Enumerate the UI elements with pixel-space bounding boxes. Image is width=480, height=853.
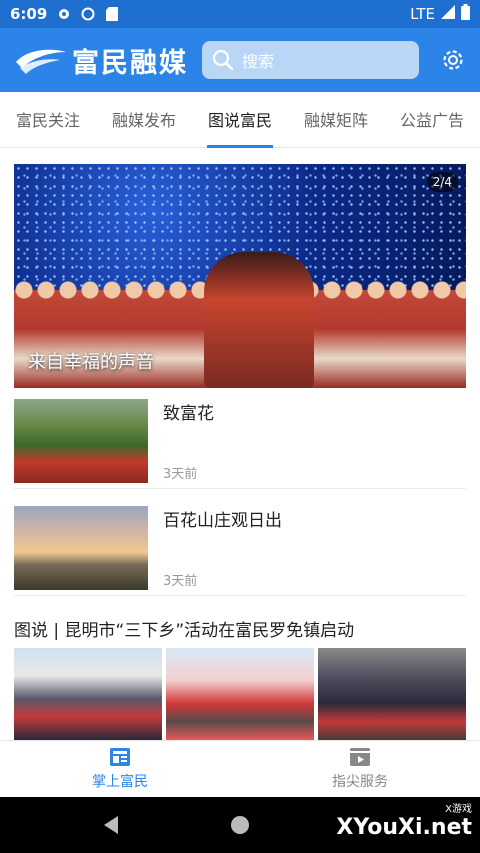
article-time: 3天前 xyxy=(163,574,198,589)
watermark-big-text: XYouXi.net xyxy=(336,815,472,840)
video-icon xyxy=(350,748,370,766)
gallery-title[interactable]: 图说 | 昆明市“三下乡”活动在富民罗免镇启动 xyxy=(14,616,354,641)
category-tabs: 富民关注 融媒发布 图说富民 融媒矩阵 公益广告 xyxy=(0,92,480,148)
nav-fingertip-service[interactable]: 指尖服务 xyxy=(240,741,480,797)
search-placeholder: 搜索 xyxy=(242,52,275,71)
network-label: LTE xyxy=(410,5,435,23)
banner-carousel[interactable]: 2/4 来自幸福的声音 xyxy=(14,164,466,388)
article-thumbnail xyxy=(14,399,148,483)
tab-public-ads[interactable]: 公益广告 xyxy=(384,92,480,148)
settings-status-icon xyxy=(57,7,71,21)
status-time: 6:09 xyxy=(10,5,48,23)
nav-label: 指尖服务 xyxy=(332,774,388,790)
banner-caption: 来自幸福的声音 xyxy=(28,352,154,373)
signal-icon xyxy=(441,5,455,23)
banner-conductor xyxy=(204,252,314,388)
battery-icon xyxy=(461,4,470,24)
tab-media-release[interactable]: 融媒发布 xyxy=(96,92,192,148)
status-right: LTE xyxy=(410,4,470,24)
tab-media-matrix[interactable]: 融媒矩阵 xyxy=(288,92,384,148)
search-bar[interactable]: 搜索 xyxy=(202,41,419,79)
home-icon[interactable] xyxy=(230,815,250,835)
nav-label: 掌上富民 xyxy=(92,774,148,790)
tab-picture-fumin[interactable]: 图说富民 xyxy=(192,92,288,148)
article-thumbnail xyxy=(14,506,148,590)
article-title: 致富花 xyxy=(163,404,214,424)
gallery-image[interactable] xyxy=(166,648,314,740)
tab-fumin-focus[interactable]: 富民关注 xyxy=(0,92,96,148)
back-icon[interactable] xyxy=(102,815,120,835)
search-icon xyxy=(212,49,234,71)
gallery-image[interactable] xyxy=(318,648,466,740)
settings-gear-icon[interactable] xyxy=(440,47,466,73)
nav-palm-fumin[interactable]: 掌上富民 xyxy=(0,741,240,797)
news-icon xyxy=(110,748,130,766)
list-item[interactable]: 致富花 3天前 xyxy=(14,389,466,489)
gallery-images[interactable] xyxy=(14,648,466,740)
app-header: 富民融媒 搜索 xyxy=(0,28,480,92)
app-name: 富民融媒 xyxy=(72,47,188,79)
article-time: 3天前 xyxy=(163,467,198,482)
sync-status-icon xyxy=(81,7,95,21)
watermark: X游戏 XYouXi.net xyxy=(336,800,472,840)
sd-card-icon xyxy=(105,7,119,21)
logo-swoosh-icon xyxy=(16,49,66,74)
article-title: 百花山庄观日出 xyxy=(163,511,282,531)
bottom-navigation: 掌上富民 指尖服务 xyxy=(0,740,480,797)
app-logo: 富民融媒 xyxy=(14,41,188,80)
list-item[interactable]: 百花山庄观日出 3天前 xyxy=(14,496,466,596)
status-bar: 6:09 LTE xyxy=(0,0,480,28)
gallery-image[interactable] xyxy=(14,648,162,740)
carousel-pager: 2/4 xyxy=(426,172,458,192)
watermark-small-text: X游戏 xyxy=(445,804,472,815)
